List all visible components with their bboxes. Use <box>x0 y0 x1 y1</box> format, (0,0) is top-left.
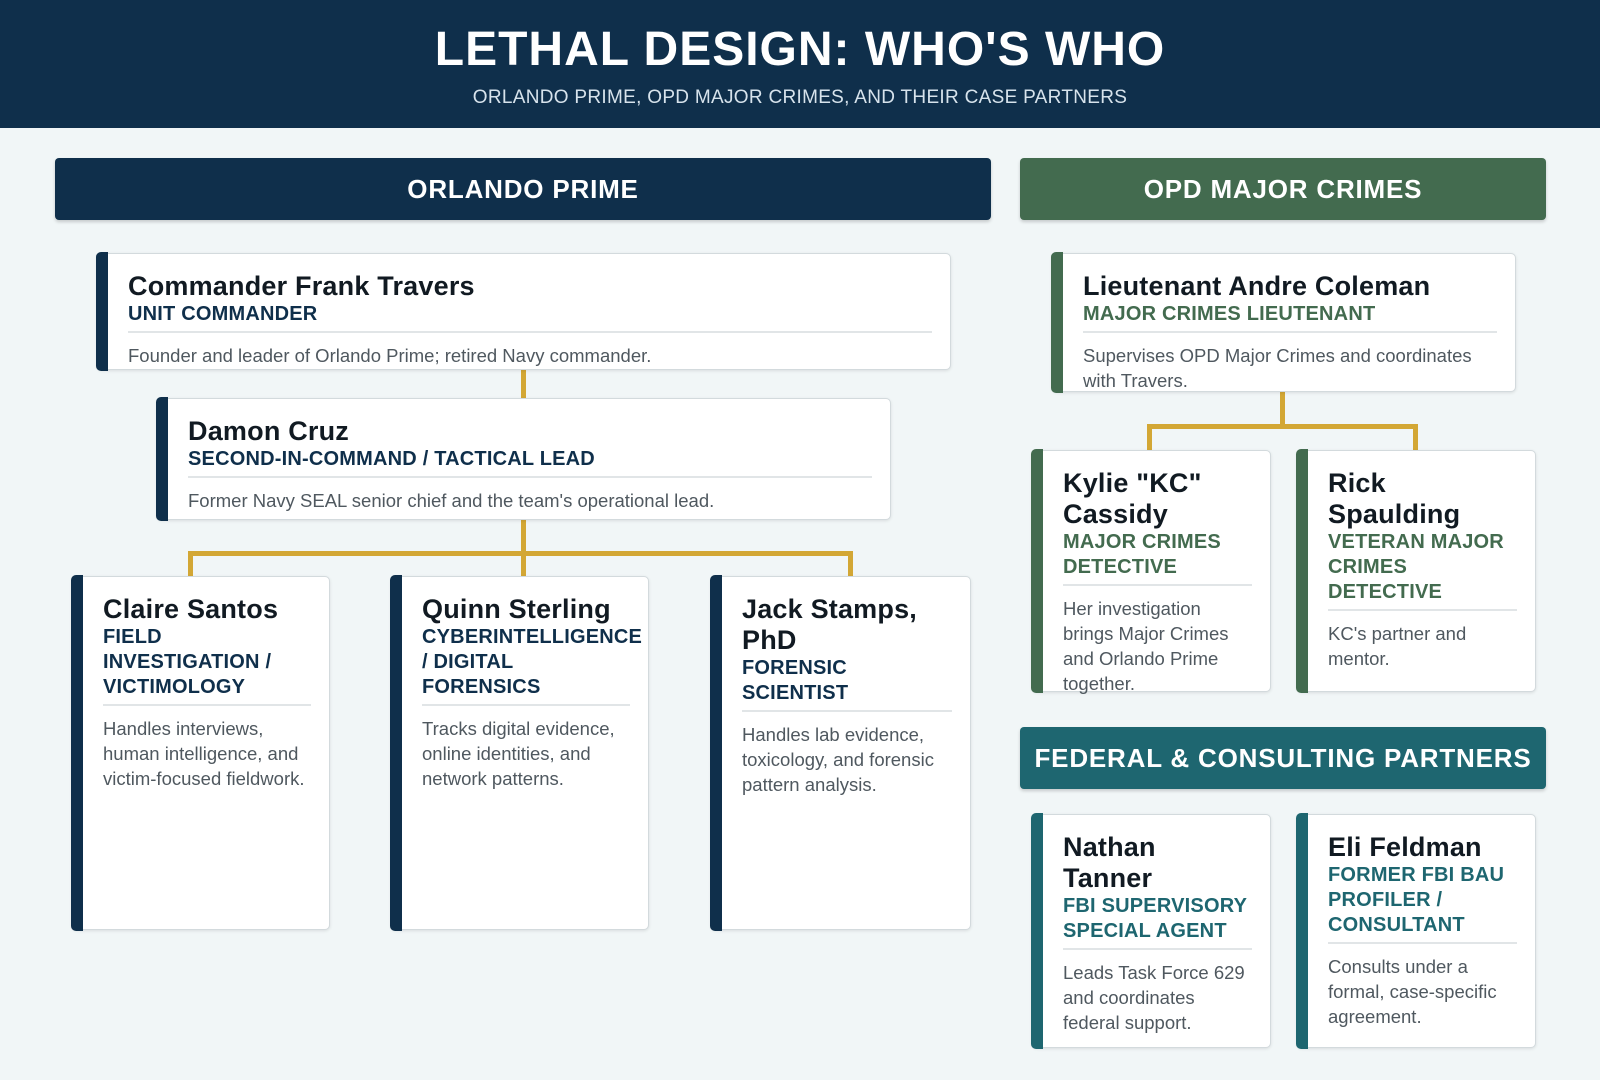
title-banner: LETHAL DESIGN: WHO'S WHO ORLANDO PRIME, … <box>0 0 1600 128</box>
person-description: Handles lab evidence, toxicology, and fo… <box>742 724 934 795</box>
section-header-orlando-prime: ORLANDO PRIME <box>55 158 991 220</box>
person-name: Kylie "KC" Cassidy <box>1063 468 1202 529</box>
connector-cassidy <box>1147 424 1152 450</box>
person-description: Leads Task Force 629 and coordinates fed… <box>1063 962 1245 1033</box>
person-card-feldman: Eli Feldman FORMER FBI BAU PROFILER / CO… <box>1296 813 1536 1049</box>
person-name: Nathan Tanner <box>1063 832 1156 893</box>
page-subtitle: ORLANDO PRIME, OPD MAJOR CRIMES, AND THE… <box>472 87 1128 108</box>
connector-stamps <box>848 551 853 576</box>
person-card-cassidy: Kylie "KC" Cassidy MAJOR CRIMES DETECTIV… <box>1031 449 1271 694</box>
person-role: VETERAN MAJOR CRIMES DETECTIVE <box>1328 530 1517 611</box>
person-description: Founder and leader of Orlando Prime; ret… <box>128 345 652 366</box>
person-description: Tracks digital evidence, online identiti… <box>422 718 615 789</box>
person-description: Consults under a formal, case-specific a… <box>1328 956 1497 1027</box>
connector-detectives-bar <box>1147 424 1418 429</box>
person-role: MAJOR CRIMES DETECTIVE <box>1063 530 1252 586</box>
person-card-spaulding: Rick Spaulding VETERAN MAJOR CRIMES DETE… <box>1296 449 1536 693</box>
person-description: Supervises OPD Major Crimes and coordina… <box>1083 345 1472 391</box>
person-role: UNIT COMMANDER <box>128 302 932 333</box>
person-name: Lieutenant Andre Coleman <box>1083 271 1431 301</box>
person-card-coleman: Lieutenant Andre Coleman MAJOR CRIMES LI… <box>1051 252 1516 393</box>
person-name: Jack Stamps, PhD <box>742 594 917 655</box>
person-role: FORENSIC SCIENTIST <box>742 656 952 712</box>
person-role: FIELD INVESTIGATION / VICTIMOLOGY <box>103 625 311 706</box>
connector-santos <box>188 551 193 576</box>
connector-sterling <box>521 551 526 576</box>
person-description: Handles interviews, human intelligence, … <box>103 718 305 789</box>
section-header-federal-partners: FEDERAL & CONSULTING PARTNERS <box>1020 727 1546 789</box>
person-card-travers: Commander Frank Travers UNIT COMMANDER F… <box>96 252 951 371</box>
page-title: LETHAL DESIGN: WHO'S WHO <box>434 23 1166 76</box>
person-name: Claire Santos <box>103 594 279 624</box>
connector-cruz-trunk <box>521 520 526 554</box>
connector-travers-cruz <box>521 370 526 398</box>
person-card-tanner: Nathan Tanner FBI SUPERVISORY SPECIAL AG… <box>1031 813 1271 1049</box>
person-description: Former Navy SEAL senior chief and the te… <box>188 490 715 511</box>
person-card-santos: Claire Santos FIELD INVESTIGATION / VICT… <box>71 575 330 931</box>
connector-spaulding <box>1413 424 1418 450</box>
person-card-cruz: Damon Cruz SECOND-IN-COMMAND / TACTICAL … <box>156 397 891 521</box>
person-role: FBI SUPERVISORY SPECIAL AGENT <box>1063 894 1252 950</box>
person-role: MAJOR CRIMES LIEUTENANT <box>1083 302 1497 333</box>
person-description: Her investigation brings Major Crimes an… <box>1063 598 1229 694</box>
connector-coleman-trunk <box>1280 392 1285 428</box>
person-card-sterling: Quinn Sterling CYBERINTELLIGENCE / DIGIT… <box>390 575 649 931</box>
person-role: CYBERINTELLIGENCE / DIGITAL FORENSICS <box>422 625 642 706</box>
person-role: FORMER FBI BAU PROFILER / CONSULTANT <box>1328 863 1517 944</box>
section-header-opd-major-crimes: OPD MAJOR CRIMES <box>1020 158 1546 220</box>
person-name: Commander Frank Travers <box>128 271 475 301</box>
person-name: Rick Spaulding <box>1328 468 1461 529</box>
person-name: Eli Feldman <box>1328 832 1482 862</box>
person-role: SECOND-IN-COMMAND / TACTICAL LEAD <box>188 447 872 478</box>
person-name: Damon Cruz <box>188 416 350 446</box>
person-name: Quinn Sterling <box>422 594 611 624</box>
person-description: KC's partner and mentor. <box>1328 623 1467 669</box>
person-card-stamps: Jack Stamps, PhD FORENSIC SCIENTIST Hand… <box>710 575 971 931</box>
